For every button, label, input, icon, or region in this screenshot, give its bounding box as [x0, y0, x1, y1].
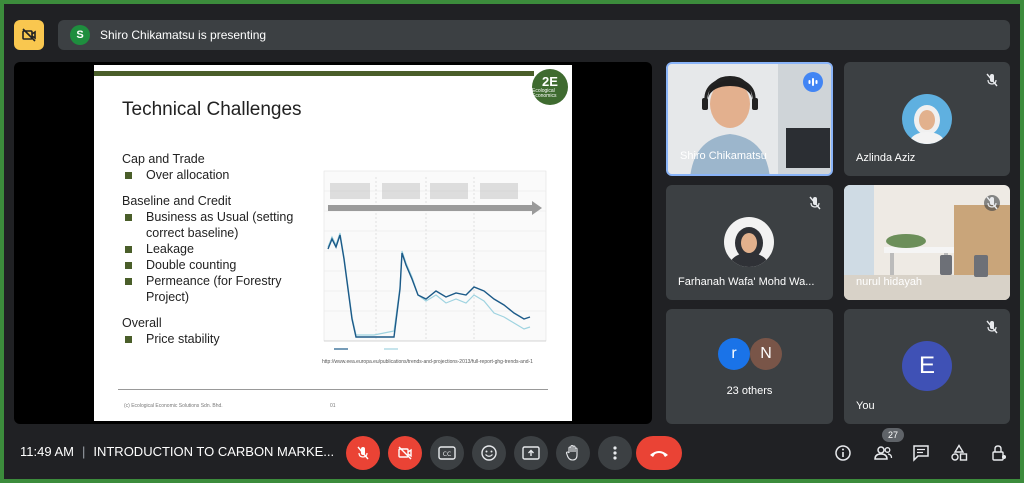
participant-tile-azlinda[interactable]: Azlinda Aziz — [844, 62, 1010, 176]
raise-hand-button[interactable] — [556, 436, 590, 470]
camera-off-indicator[interactable] — [14, 20, 44, 50]
camera-off-icon — [22, 28, 36, 42]
slide-bullet: Over allocation — [122, 167, 322, 183]
others-avatar-1: r — [718, 338, 750, 370]
slide-section-heading: Overall — [122, 316, 162, 330]
participant-avatar — [724, 217, 774, 267]
host-controls-button[interactable] — [988, 442, 1010, 464]
participant-tile-self[interactable]: E You — [844, 309, 1010, 424]
chat-icon — [913, 445, 929, 462]
others-label: 23 others — [726, 385, 773, 397]
participant-name: nurul hidayah — [856, 276, 923, 288]
participant-avatar — [902, 94, 952, 144]
participant-tile-farhanah[interactable]: Farhanah Wafa' Mohd Wa... — [666, 185, 833, 300]
camera-toggle-button[interactable] — [388, 436, 422, 470]
others-avatar-2: N — [750, 338, 782, 370]
self-avatar: E — [902, 341, 952, 391]
participant-tile-shiro[interactable]: Shiro Chikamatsu — [666, 62, 833, 176]
presenting-banner[interactable]: S Shiro Chikamatsu is presenting — [58, 20, 1010, 50]
participant-tile-nurul[interactable]: nurul hidayah — [844, 185, 1010, 300]
slide-section-heading: Cap and Trade — [122, 152, 205, 166]
meet-window: S Shiro Chikamatsu is presenting 2E Ecol… — [4, 4, 1020, 479]
slide-bullet: Permeance (for Forestry Project) — [122, 273, 322, 305]
speaking-indicator — [803, 72, 823, 92]
captions-button[interactable]: CC — [430, 436, 464, 470]
hang-up-icon — [650, 451, 668, 457]
captions-icon: CC — [438, 446, 456, 460]
presentation-stage[interactable]: 2E Ecological Economics Technical Challe… — [14, 62, 652, 424]
chat-button[interactable] — [910, 442, 932, 464]
mic-off-icon — [984, 195, 1000, 211]
lock-person-icon — [992, 445, 1006, 461]
mic-off-icon — [986, 73, 998, 87]
shared-slide: 2E Ecological Economics Technical Challe… — [94, 65, 572, 421]
present-icon — [522, 446, 540, 460]
slide-footer: (c) Ecological Economic Solutions Sdn. B… — [124, 403, 223, 409]
slide-bullet: Price stability — [122, 331, 322, 347]
meeting-title: INTRODUCTION TO CARBON MARKE... — [93, 444, 335, 459]
reactions-button[interactable] — [472, 436, 506, 470]
mic-off-icon — [986, 320, 998, 334]
slide-bullets: Cap and Trade Over allocation Baseline and… — [122, 151, 322, 347]
present-screen-button[interactable] — [514, 436, 548, 470]
participant-name: Farhanah Wafa' Mohd Wa... — [678, 276, 815, 288]
presenter-avatar: S — [70, 25, 90, 45]
hand-icon — [565, 444, 578, 461]
mic-toggle-button[interactable] — [346, 436, 380, 470]
slide-page-number: 01 — [330, 403, 336, 409]
slide-bullet: Business as Usual (setting correct basel… — [122, 209, 322, 241]
leave-call-button[interactable] — [636, 436, 682, 470]
people-button[interactable] — [872, 442, 894, 464]
slide-header-line — [94, 71, 534, 76]
emoji-icon — [481, 445, 497, 461]
people-icon — [874, 446, 893, 460]
camera-off-icon — [398, 446, 412, 460]
presenting-text: Shiro Chikamatsu is presenting — [100, 28, 267, 42]
slide-logo-sub: Ecological Economics — [532, 88, 557, 99]
participant-name: You — [856, 400, 875, 412]
separator: | — [81, 444, 86, 459]
participant-name: Azlinda Aziz — [856, 152, 916, 164]
info-icon — [835, 445, 851, 461]
people-count-badge: 27 — [882, 428, 904, 442]
audio-wave-icon — [808, 78, 818, 86]
clock: 11:49 AM — [20, 444, 74, 459]
shapes-icon — [951, 444, 968, 461]
slide-section-heading: Baseline and Credit — [122, 194, 232, 208]
slide-logo-text: 2E — [542, 74, 558, 89]
slide-bullet: Leakage — [122, 241, 322, 257]
meeting-info: 11:49 AM | INTRODUCTION TO CARBON MARKE.… — [20, 444, 334, 459]
meeting-details-button[interactable] — [832, 442, 854, 464]
mic-off-icon — [809, 196, 821, 210]
svg-text:CC: CC — [443, 451, 451, 458]
slide-logo: 2E Ecological Economics — [532, 69, 568, 105]
activities-button[interactable] — [948, 442, 970, 464]
participant-name: Shiro Chikamatsu — [680, 150, 767, 162]
slide-source-url: http://www.eea.europa.eu/publications/tr… — [322, 359, 533, 365]
slide-footer-line — [118, 389, 548, 390]
slide-bullet: Double counting — [122, 257, 322, 273]
slide-title: Technical Challenges — [122, 99, 302, 120]
more-vert-icon — [613, 446, 617, 460]
slide-chart — [323, 170, 547, 350]
participant-tile-others[interactable]: r N 23 others — [666, 309, 833, 424]
mic-off-icon — [357, 446, 369, 460]
more-options-button[interactable] — [598, 436, 632, 470]
